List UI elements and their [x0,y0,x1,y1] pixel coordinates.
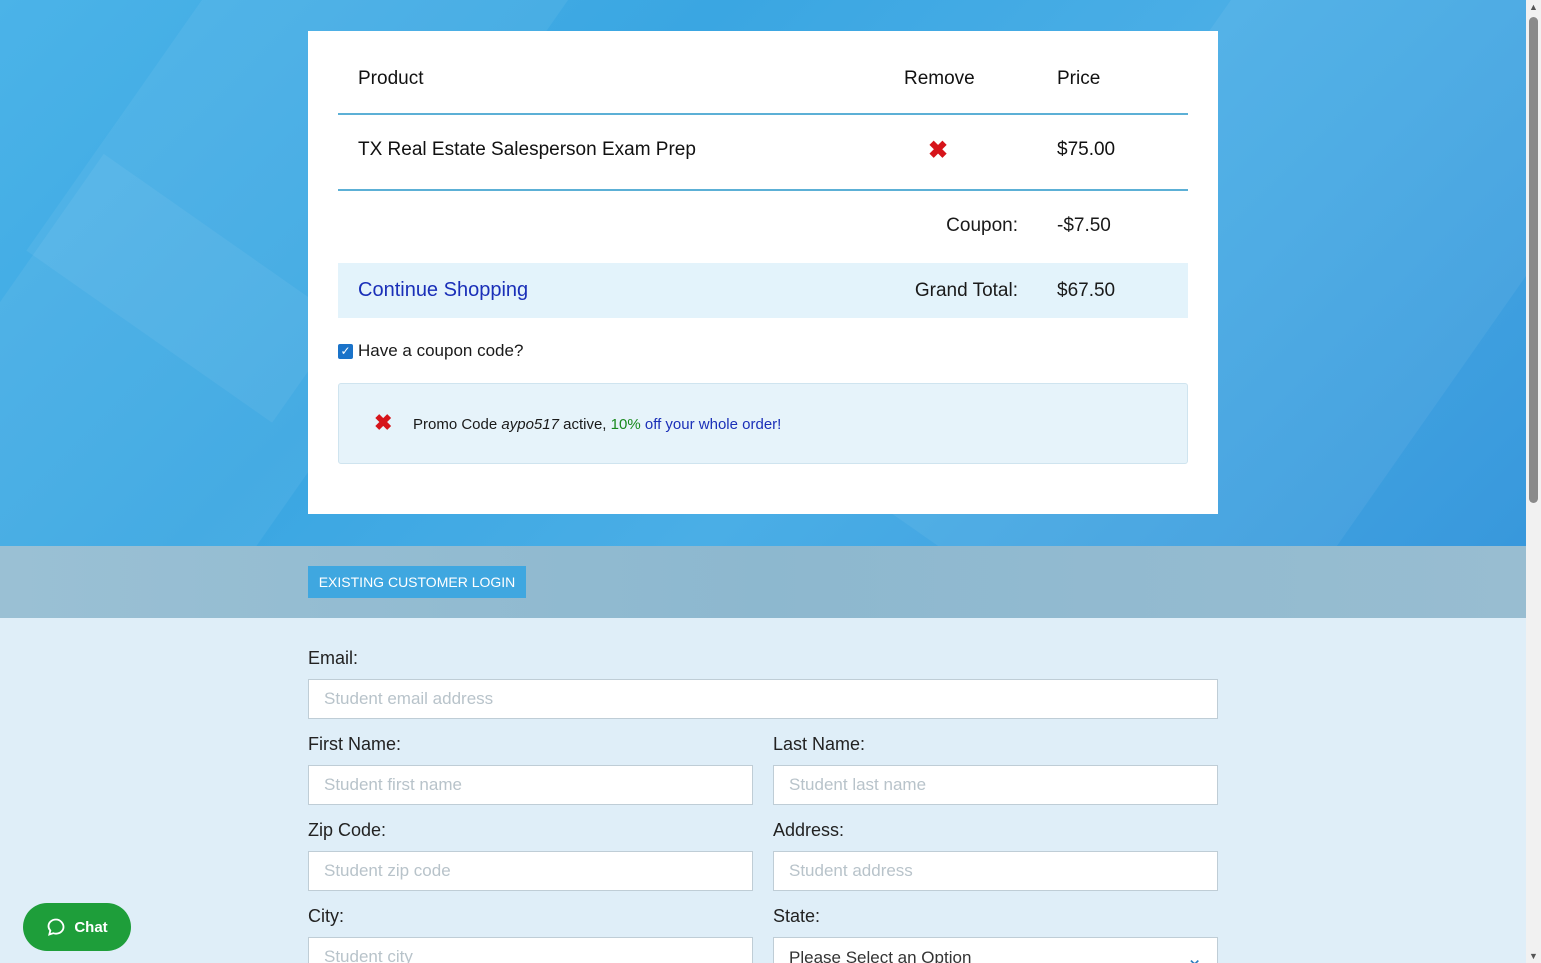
header-price: Price [1057,68,1101,89]
promo-suffix: off your whole order! [644,416,782,433]
cart-item-row: TX Real Estate Salesperson Exam Prep ✖ $… [338,115,1188,191]
chat-button[interactable]: Chat [23,903,131,951]
promo-prefix: Promo Code [413,416,498,433]
page-scrollbar[interactable]: ▲ ▼ [1526,0,1541,963]
last-name-label: Last Name: [773,734,866,754]
state-selected-value: Please Select an Option [789,948,972,963]
coupon-row: Coupon: -$7.50 [338,191,1188,265]
cart-header-row: Product Remove Price [338,31,1188,115]
have-coupon-label: Have a coupon code? [358,341,524,360]
promo-notice: ✖ Promo Code aypo517 active, 10% off you… [338,383,1188,464]
city-label: City: [308,906,344,926]
remove-item-icon[interactable]: ✖ [928,139,948,163]
city-field[interactable] [308,937,753,963]
email-field[interactable] [308,679,1218,719]
zip-label: Zip Code: [308,820,387,840]
zip-field[interactable] [308,851,753,891]
coupon-value: -$7.50 [1057,215,1111,236]
continue-shopping-link[interactable]: Continue Shopping [358,279,528,302]
header-remove: Remove [904,68,975,89]
item-name: TX Real Estate Salesperson Exam Prep [358,139,696,160]
existing-customer-login-button[interactable]: EXISTING CUSTOMER LOGIN [308,566,526,598]
coupon-checkbox[interactable]: ✓ [338,343,353,359]
promo-code: aypo517 [501,416,559,433]
scroll-up-icon[interactable]: ▲ [1529,2,1538,12]
last-name-field[interactable] [773,765,1218,805]
grand-total-label: Grand Total: [914,280,1018,301]
address-label: Address: [773,820,845,840]
scroll-down-icon[interactable]: ▼ [1529,951,1538,961]
first-name-label: First Name: [308,734,402,754]
scrollbar-thumb[interactable] [1529,17,1538,503]
promo-message: Promo Code aypo517 active, 10% off your … [413,416,781,433]
promo-discount: 10% [610,416,641,433]
remove-promo-icon[interactable]: ✖ [374,412,392,434]
chat-label: Chat [74,918,108,936]
login-band: EXISTING CUSTOMER LOGIN [0,546,1526,618]
address-field[interactable] [773,851,1218,891]
chat-bubble-icon [47,918,65,936]
chevron-down-icon: ⌄ [1186,948,1203,963]
item-price: $75.00 [1057,139,1116,160]
have-coupon-toggle[interactable]: ✓ Have a coupon code? [338,341,523,361]
cart-table: Product Remove Price TX Real Estate Sale… [338,31,1188,318]
email-label: Email: [308,648,359,668]
promo-middle: active, [563,416,607,433]
grand-total-value: $67.50 [1057,280,1116,301]
state-select[interactable]: Please Select an Option ⌄ [773,937,1218,963]
cart-panel: Product Remove Price TX Real Estate Sale… [308,31,1218,514]
total-row: Continue Shopping Grand Total: $67.50 [338,263,1188,318]
state-label: State: [773,906,821,926]
header-product: Product [358,68,424,89]
first-name-field[interactable] [308,765,753,805]
coupon-label: Coupon: [946,215,1018,236]
